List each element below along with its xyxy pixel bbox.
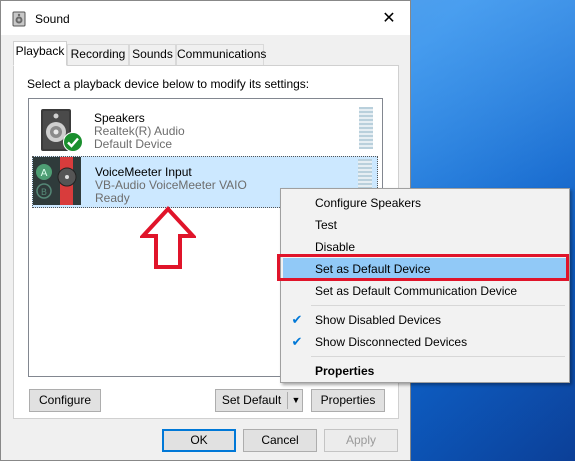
menu-item-configure-speakers[interactable]: Configure Speakers (283, 192, 567, 214)
tab-communications[interactable]: Communications (176, 44, 266, 65)
title-bar[interactable]: Sound ✕ (1, 1, 410, 35)
annotation-up-arrow-icon (140, 206, 196, 269)
apply-button: Apply (324, 429, 398, 452)
checkmark-icon: ✔ (291, 334, 303, 349)
tab-recording[interactable]: Recording (67, 44, 129, 65)
checkmark-icon: ✔ (291, 312, 303, 327)
context-menu: Configure Speakers Test Disable Set as D… (280, 188, 570, 383)
voicemeeter-icon: A B (33, 157, 81, 205)
cancel-button-label: Cancel (261, 433, 299, 447)
properties-button-label: Properties (320, 393, 376, 407)
ok-button[interactable]: OK (162, 429, 236, 452)
tab-sounds[interactable]: Sounds (129, 44, 176, 65)
split-separator (287, 392, 288, 409)
menu-item-show-disconnected[interactable]: ✔ Show Disconnected Devices (283, 331, 567, 353)
device-status: Default Device (94, 137, 173, 151)
apply-button-label: Apply (345, 433, 377, 447)
svg-text:A: A (41, 168, 48, 179)
svg-text:B: B (41, 188, 47, 198)
menu-item-test[interactable]: Test (283, 214, 567, 236)
set-default-label[interactable]: Set Default (216, 390, 287, 411)
cancel-button[interactable]: Cancel (243, 429, 317, 452)
default-checkmark-icon (63, 132, 83, 152)
annotation-highlight-box (277, 254, 569, 281)
menu-item-label: Show Disabled Devices (315, 313, 442, 327)
menu-item-set-default-communication[interactable]: Set as Default Communication Device (283, 280, 567, 302)
window-title: Sound (35, 12, 70, 26)
menu-separator (311, 356, 565, 357)
menu-item-show-disabled[interactable]: ✔ Show Disabled Devices (283, 309, 567, 331)
close-button[interactable]: ✕ (369, 6, 409, 32)
device-name: Speakers (94, 111, 145, 125)
configure-button[interactable]: Configure (29, 389, 101, 412)
level-meter (359, 107, 373, 149)
set-default-split-button[interactable]: Set Default ▼ (215, 389, 303, 412)
speaker-icon (12, 11, 26, 27)
menu-separator (311, 305, 565, 306)
menu-item-label: Show Disconnected Devices (315, 335, 468, 349)
instructions-text: Select a playback device below to modify… (27, 77, 310, 91)
device-row-speakers[interactable]: Speakers Realtek(R) Audio Default Device (32, 103, 378, 155)
dropdown-arrow-icon[interactable]: ▼ (290, 390, 302, 411)
menu-item-properties[interactable]: Properties (283, 360, 567, 382)
ok-button-label: OK (190, 433, 208, 447)
device-driver: Realtek(R) Audio (94, 124, 185, 138)
device-status: Ready (95, 191, 130, 205)
properties-button[interactable]: Properties (311, 389, 385, 412)
device-name: VoiceMeeter Input (95, 165, 192, 179)
device-driver: VB-Audio VoiceMeeter VAIO (95, 178, 247, 192)
tab-playback[interactable]: Playback (13, 41, 67, 66)
configure-button-label: Configure (38, 393, 92, 407)
